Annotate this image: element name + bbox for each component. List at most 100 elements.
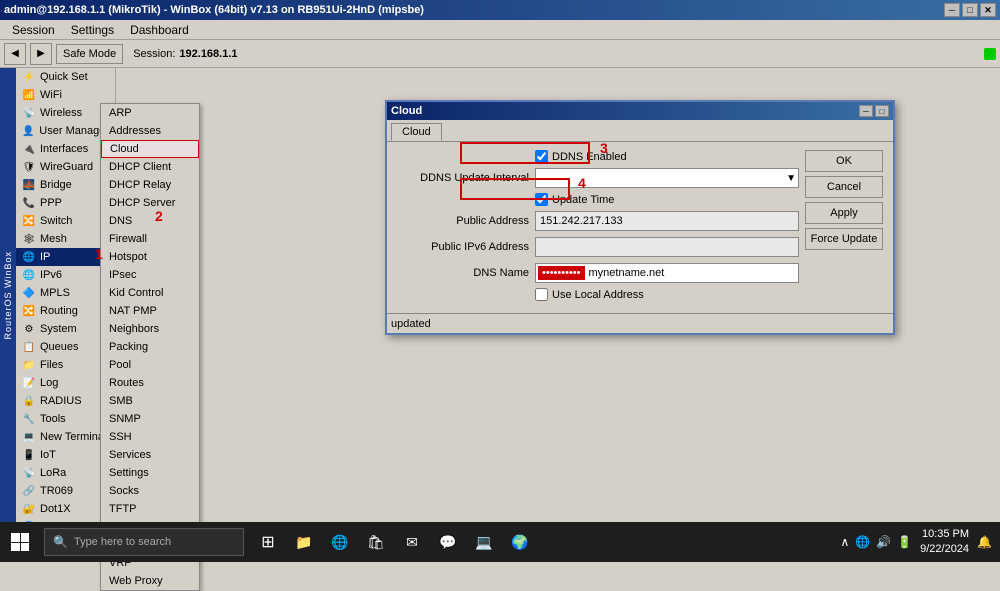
sidebar-label-queues: Queues	[40, 341, 79, 353]
tray-icon-network[interactable]: 🌐	[855, 535, 870, 549]
submenu-item-dhcpserver[interactable]: DHCP Server	[101, 194, 199, 212]
submenu-item-webproxy[interactable]: Web Proxy	[101, 572, 199, 590]
dialog-minimize-button[interactable]: ─	[859, 105, 873, 117]
mesh-icon: 🕸	[22, 232, 36, 246]
sidebar-label-bridge: Bridge	[40, 179, 72, 191]
submenu-item-cloud[interactable]: Cloud	[101, 140, 199, 158]
submenu-item-neighbors[interactable]: Neighbors	[101, 320, 199, 338]
dialog-tab-cloud[interactable]: Cloud	[391, 123, 442, 141]
files-icon: 📁	[22, 358, 36, 372]
sidebar-label-tr069: TR069	[40, 485, 73, 497]
tray-icon-chevron[interactable]: ∧	[840, 535, 849, 549]
dialog-restore-button[interactable]: □	[875, 105, 889, 117]
ddns-enabled-checkbox[interactable]	[535, 150, 548, 163]
submenu-item-hotspot[interactable]: Hotspot	[101, 248, 199, 266]
newterminal-icon: 💻	[22, 430, 36, 444]
toolbar-forward-button[interactable]: ▶	[30, 43, 52, 65]
routing-icon: 🔀	[22, 304, 36, 318]
submenu-item-socks[interactable]: Socks	[101, 482, 199, 500]
menu-session[interactable]: Session	[4, 21, 63, 39]
annotation-label-2: 2	[155, 208, 163, 224]
submenu-item-smb[interactable]: SMB	[101, 392, 199, 410]
close-button[interactable]: ✕	[980, 3, 996, 17]
tray-icon-volume[interactable]: 🔊	[876, 535, 891, 549]
dialog-tabs: Cloud	[387, 120, 893, 142]
annotation-label-1: 1	[95, 246, 103, 262]
submenu-item-dns[interactable]: DNS	[101, 212, 199, 230]
public-ipv6-address-row: Public IPv6 Address	[395, 236, 799, 258]
sidebar-label-quickset: Quick Set	[40, 71, 88, 83]
taskbar-icon-teams[interactable]: 💬	[432, 522, 464, 562]
notification-icon[interactable]: 🔔	[977, 535, 992, 549]
public-address-input[interactable]	[535, 211, 799, 231]
cancel-button[interactable]: Cancel	[805, 176, 883, 198]
minimize-button[interactable]: ─	[944, 3, 960, 17]
log-icon: 📝	[22, 376, 36, 390]
submenu-item-snmp[interactable]: SNMP	[101, 410, 199, 428]
dialog-fields: DDNS Enabled DDNS Update Interval ▼ Upda…	[395, 150, 799, 305]
bridge-icon: 🌉	[22, 178, 36, 192]
search-bar[interactable]: 🔍 Type here to search	[44, 528, 244, 556]
submenu-item-natpmp[interactable]: NAT PMP	[101, 302, 199, 320]
submenu-item-ssh[interactable]: SSH	[101, 428, 199, 446]
submenu-item-packing[interactable]: Packing	[101, 338, 199, 356]
sidebar-label-mpls: MPLS	[40, 287, 70, 299]
taskbar-icon-terminal[interactable]: 💻	[468, 522, 500, 562]
clock-time: 10:35 PM	[920, 527, 969, 542]
submenu-item-tftp[interactable]: TFTP	[101, 500, 199, 518]
menu-dashboard[interactable]: Dashboard	[122, 21, 197, 39]
dropdown-arrow-icon: ▼	[786, 173, 796, 184]
sidebar-item-quickset[interactable]: ⚡ Quick Set	[16, 68, 115, 86]
submenu-item-settings[interactable]: Settings	[101, 464, 199, 482]
sidebar-label-usermanager: User Manager	[39, 125, 109, 137]
sidebar-label-ip: IP	[40, 251, 50, 263]
submenu-item-services[interactable]: Services	[101, 446, 199, 464]
update-time-label: Update Time	[552, 194, 614, 206]
submenu-item-dhcpclient[interactable]: DHCP Client	[101, 158, 199, 176]
menu-settings[interactable]: Settings	[63, 21, 122, 39]
ddns-update-interval-row: DDNS Update Interval ▼	[395, 167, 799, 189]
submenu-item-addresses[interactable]: Addresses	[101, 122, 199, 140]
ddns-enabled-row: DDNS Enabled	[535, 150, 799, 163]
submenu-item-routes[interactable]: Routes	[101, 374, 199, 392]
taskbar-icon-store[interactable]: 🛍	[360, 522, 392, 562]
mpls-icon: 🔷	[22, 286, 36, 300]
public-ipv6-address-input[interactable]	[535, 237, 799, 257]
apply-button[interactable]: Apply	[805, 202, 883, 224]
taskbar-icon-mail[interactable]: ✉	[396, 522, 428, 562]
use-local-address-checkbox[interactable]	[535, 288, 548, 301]
maximize-button[interactable]: □	[962, 3, 978, 17]
taskbar-icons: ⊞ 📁 🌐 🛍 ✉ 💬 💻 🌍	[252, 522, 536, 562]
taskbar-icon-browser2[interactable]: 🌍	[504, 522, 536, 562]
ipv6-icon: 🌐	[22, 268, 36, 282]
winbox-side-label: RouterOS WinBox	[0, 68, 16, 522]
submenu-item-kidcontrol[interactable]: Kid Control	[101, 284, 199, 302]
force-update-button[interactable]: Force Update	[805, 228, 883, 250]
update-time-checkbox[interactable]	[535, 193, 548, 206]
public-address-row: Public Address	[395, 210, 799, 232]
clock[interactable]: 10:35 PM 9/22/2024	[920, 527, 969, 558]
taskbar-icon-taskview[interactable]: ⊞	[252, 522, 284, 562]
dialog-title-buttons: ─ □	[859, 105, 889, 117]
public-address-label: Public Address	[395, 215, 535, 227]
submenu-item-firewall[interactable]: Firewall	[101, 230, 199, 248]
iot-icon: 📱	[22, 448, 36, 462]
submenu-item-dhcprelay[interactable]: DHCP Relay	[101, 176, 199, 194]
safe-mode-button[interactable]: Safe Mode	[56, 44, 123, 64]
session-label: Session:	[133, 48, 175, 60]
submenu-item-ipsec[interactable]: IPsec	[101, 266, 199, 284]
sidebar-item-wifi[interactable]: 📶 WiFi	[16, 86, 115, 104]
start-button[interactable]	[0, 522, 40, 562]
ok-button[interactable]: OK	[805, 150, 883, 172]
tray-icon-battery[interactable]: 🔋	[897, 535, 912, 549]
taskbar-icon-chrome[interactable]: 🌐	[324, 522, 356, 562]
submenu-item-arp[interactable]: ARP	[101, 104, 199, 122]
submenu-item-pool[interactable]: Pool	[101, 356, 199, 374]
taskbar-icon-explorer[interactable]: 📁	[288, 522, 320, 562]
toolbar-back-button[interactable]: ◀	[4, 43, 26, 65]
ip-submenu: ARP Addresses Cloud DHCP Client DHCP Rel…	[100, 103, 200, 591]
ddns-update-interval-input[interactable]: ▼	[535, 168, 799, 188]
public-ipv6-address-label: Public IPv6 Address	[395, 241, 535, 253]
tr069-icon: 🔗	[22, 484, 36, 498]
dialog-buttons: OK Cancel Apply Force Update	[805, 150, 885, 305]
